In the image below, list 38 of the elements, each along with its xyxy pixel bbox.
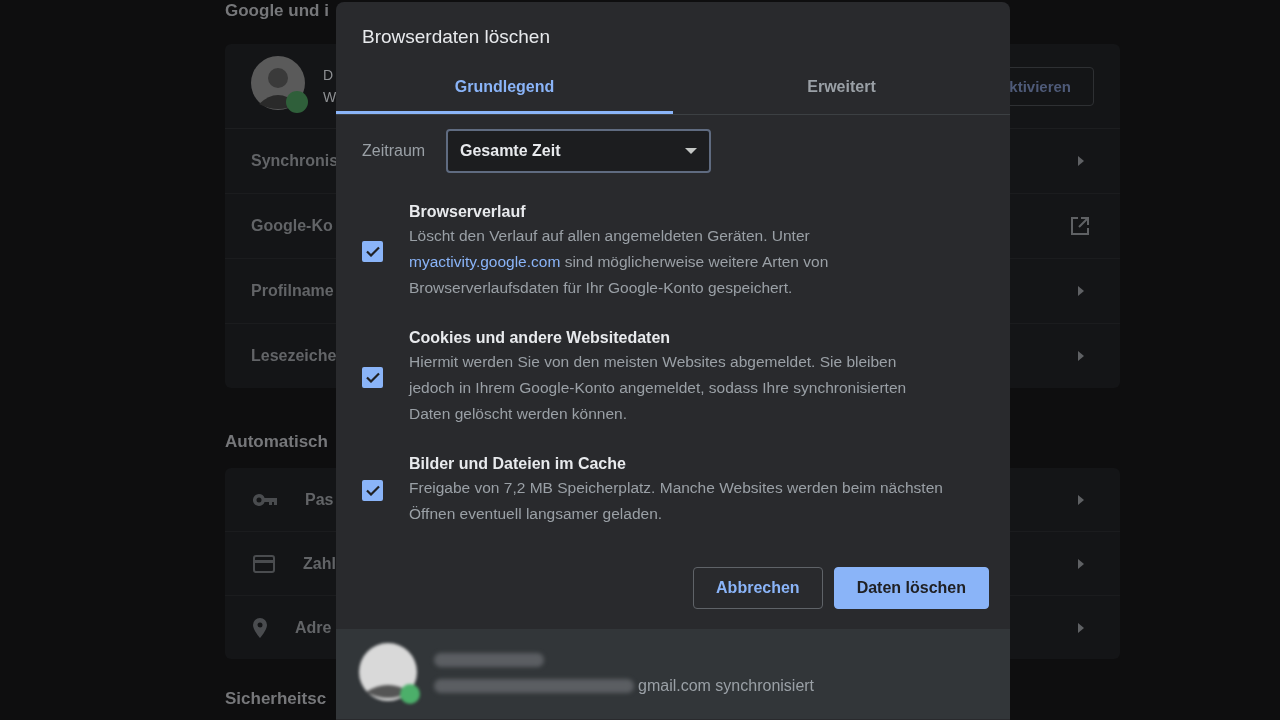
link[interactable]: myactivity.google.com — [409, 253, 561, 270]
checkmark-icon — [365, 484, 380, 496]
option-title: Bilder und Dateien im Cache — [409, 454, 627, 474]
profile-name: D — [323, 67, 334, 83]
checkbox[interactable] — [362, 366, 383, 388]
external-link-icon — [1070, 216, 1090, 236]
checkmark-icon — [365, 245, 380, 257]
option-description: Hiermit werden Sie von den meisten Websites abgemeldet. Sie bleiben jedoch in Ihrem Google-Konto angemeldet, sodass Ihre synchronisierten Daten gelöscht werden können. — [409, 352, 908, 424]
profile-email: W — [323, 89, 337, 105]
checkbox[interactable] — [362, 240, 383, 262]
option-description: Löscht den Verlauf auf allen angemeldeten Geräten. Unter myactivity.google.com sind möglicherweise weitere Arten von Browserverlaufsdaten für Ihr Google-Konto gespeichert. — [409, 226, 830, 298]
time-range-label: Zeitraum — [362, 142, 427, 160]
location-pin-icon — [253, 617, 267, 638]
option-title: Browserverlauf — [409, 202, 527, 222]
tab[interactable]: Grundlegend — [336, 62, 673, 114]
section-heading: Automatisch — [225, 432, 328, 452]
cancel-button[interactable]: Abbrechen — [693, 567, 823, 609]
chevron-right-icon — [1078, 622, 1084, 633]
avatar-icon — [251, 56, 311, 116]
delete-data-button[interactable]: Daten löschen — [833, 567, 989, 609]
chevron-right-icon — [1078, 156, 1084, 166]
section-heading: Sicherheitsc — [225, 689, 327, 709]
sync-status: gmail.com synchronisiert — [638, 677, 815, 695]
chevron-right-icon — [1078, 558, 1084, 569]
key-icon — [253, 493, 277, 506]
chevron-right-icon — [1078, 494, 1084, 505]
credit-card-icon — [253, 554, 275, 573]
option-title: Cookies und andere Websitedaten — [409, 328, 672, 348]
chevron-right-icon — [1078, 351, 1084, 361]
dialog-title: Browserdaten löschen — [361, 25, 551, 48]
section-heading: Google und i — [225, 0, 329, 22]
option-description: Freigabe von 7,2 MB Speicherplatz. Manche Websites werden beim nächsten Öffnen eventuell langsamer geladen. — [409, 478, 944, 524]
caret-icon — [685, 148, 697, 154]
checkmark-icon — [365, 371, 380, 383]
chevron-right-icon — [1078, 286, 1084, 296]
time-range-dropdown[interactable]: Gesamte Zeit — [446, 129, 711, 173]
avatar-icon — [358, 642, 422, 706]
checkbox[interactable] — [362, 479, 383, 501]
